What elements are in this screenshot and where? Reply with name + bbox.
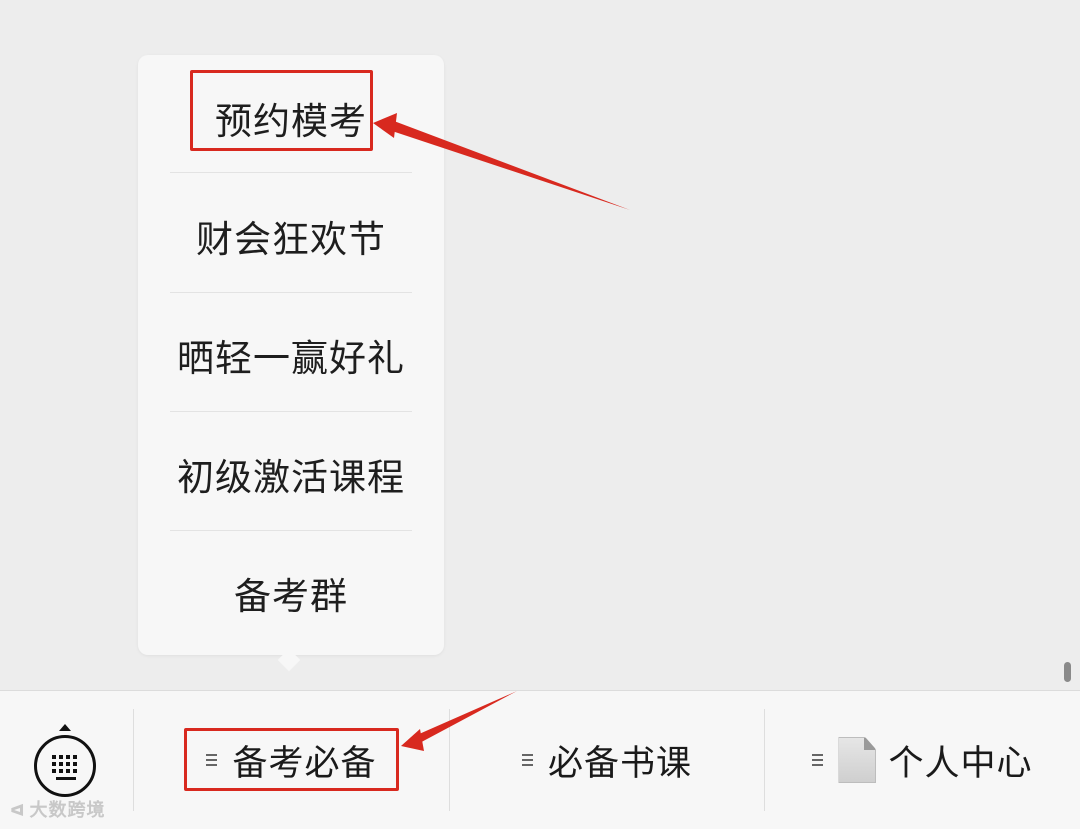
annotation-arrows [373, 113, 630, 751]
arrow-shaft-top [386, 118, 630, 210]
arrow-head-top [373, 113, 397, 138]
watermark-logo-icon: ᐊ [10, 801, 26, 820]
watermark-text: 大数跨境 [29, 800, 106, 821]
arrow-shaft-bottom [410, 691, 517, 746]
watermark: ᐊ 大数跨境 [10, 796, 105, 822]
arrow-head-bottom [401, 729, 424, 751]
